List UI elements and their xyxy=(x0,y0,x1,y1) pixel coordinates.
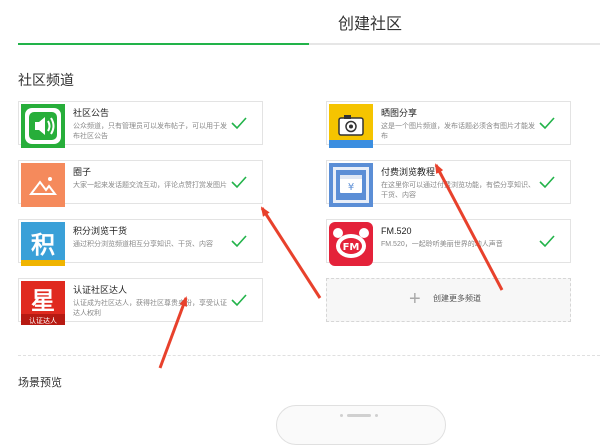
check-icon xyxy=(539,235,555,248)
channel-desc: 在这里你可以通过付费浏览功能，有偿分享知识、干货、内容 xyxy=(381,182,535,199)
channel-card-photo-share[interactable]: 晒图分享 这是一个图片频道，发布话题必须含有图片才能发布 xyxy=(326,101,571,148)
channel-desc: 认证成为社区达人，获得社区尊贵身份，享受认证达人权利 xyxy=(73,300,227,317)
preview-section-title: 场景预览 xyxy=(18,377,62,389)
points-glyph: 积 xyxy=(31,231,55,259)
check-icon xyxy=(231,117,247,130)
page-title: 创建社区 xyxy=(337,16,402,33)
channel-card-fm520[interactable]: FM FM.520 FM.520，一起聆听美丽世界的动人声音 xyxy=(326,219,571,266)
phone-camera-dot xyxy=(375,414,378,417)
annotation-overlay xyxy=(158,163,504,369)
star-glyph: 星 xyxy=(31,287,55,315)
fm-glyph: FM xyxy=(343,242,360,253)
star-badge-icon: 星 认证达人 xyxy=(21,281,65,325)
channel-desc: 通过积分浏览频道相互分享知识、干货、内容 xyxy=(73,241,213,248)
check-icon xyxy=(539,176,555,189)
channel-card-certified-expert[interactable]: 星 认证达人 认证社区达人 认证成为社区达人，获得社区尊贵身份，享受认证达人权利 xyxy=(18,278,263,325)
step-progress-fill xyxy=(18,43,309,45)
channel-desc: FM.520，一起聆听美丽世界的动人声音 xyxy=(381,241,503,248)
speaker-icon xyxy=(21,104,65,148)
channel-desc: 公众频道，只有管理员可以发布帖子，可以用于发布社区公告 xyxy=(73,123,227,140)
yen-monitor-icon: ¥ xyxy=(329,163,373,207)
channel-name: 积分浏览干货 xyxy=(73,226,128,236)
mountain-picture-icon xyxy=(21,163,65,207)
channel-card-paid-tutorial[interactable]: ¥ 付费浏览教程 在这里你可以通过付费浏览功能，有偿分享知识、干货、内容 xyxy=(326,160,571,207)
phone-camera-dot xyxy=(340,414,343,417)
yen-glyph: ¥ xyxy=(348,182,354,193)
create-more-channels-label: 创建更多频道 xyxy=(433,294,481,303)
annotation-arrow xyxy=(260,206,322,299)
channel-desc: 大家一起来发话题交流互动，评论点赞打赏发图片 xyxy=(73,182,227,189)
create-more-channels-button[interactable]: + 创建更多频道 xyxy=(326,278,571,322)
check-icon xyxy=(231,176,247,189)
channel-card-announcement[interactable]: 社区公告 公众频道，只有管理员可以发布帖子，可以用于发布社区公告 xyxy=(18,101,263,148)
channel-card-points-browse[interactable]: 积 积分浏览干货 通过积分浏览频道相互分享知识、干货、内容 xyxy=(18,219,263,266)
section-title: 社区频道 xyxy=(18,72,74,88)
channel-name: 付费浏览教程 xyxy=(381,167,436,177)
channel-name: 认证社区达人 xyxy=(73,285,128,295)
channel-name: 晒图分享 xyxy=(381,108,418,118)
plus-icon: + xyxy=(409,288,421,310)
check-icon xyxy=(231,294,247,307)
fm-radio-icon: FM xyxy=(329,222,373,266)
check-icon xyxy=(539,117,555,130)
check-icon xyxy=(231,235,247,248)
star-sub-glyph: 认证达人 xyxy=(29,316,57,325)
channel-desc: 这是一个图片频道，发布话题必须含有图片才能发布 xyxy=(381,123,535,140)
channel-name: FM.520 xyxy=(381,226,412,236)
step-progress-track xyxy=(18,43,600,45)
phone-speaker xyxy=(347,414,371,417)
channel-card-circle[interactable]: 圈子 大家一起来发话题交流互动，评论点赞打赏发图片 xyxy=(18,160,263,207)
section-divider xyxy=(18,355,600,356)
channel-name: 圈子 xyxy=(73,167,92,177)
channel-name: 社区公告 xyxy=(73,108,110,118)
points-shop-icon: 积 xyxy=(21,222,65,266)
camera-icon xyxy=(329,104,373,148)
phone-preview-frame xyxy=(276,405,446,445)
